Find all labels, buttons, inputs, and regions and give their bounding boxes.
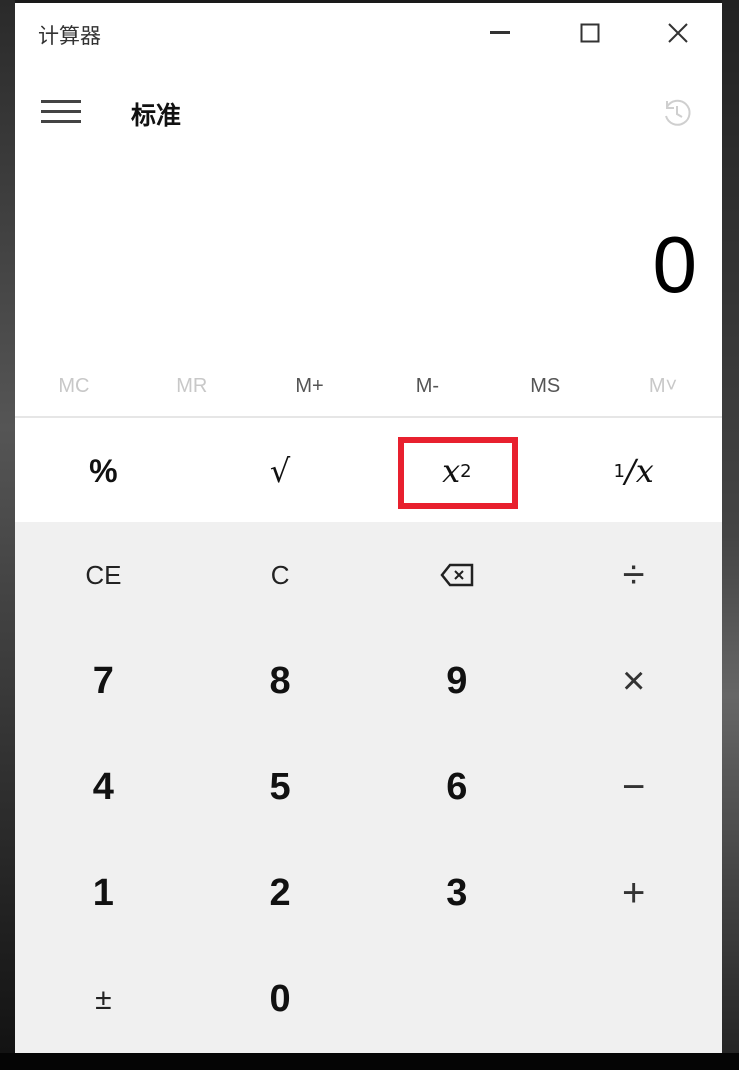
- digit-6-button[interactable]: 6: [369, 734, 546, 840]
- square-base-label: x: [442, 452, 461, 490]
- header: 标准: [15, 83, 722, 143]
- square-root-button[interactable]: √: [192, 419, 518, 523]
- close-icon: [668, 23, 688, 43]
- keypad-row: 1 2 3 +: [15, 841, 722, 947]
- digit-5-button[interactable]: 5: [192, 734, 369, 840]
- percent-button[interactable]: %: [15, 419, 192, 523]
- minimize-icon: [490, 31, 510, 34]
- clear-button[interactable]: C: [192, 522, 369, 628]
- keypad-row: 7 8 9 ×: [15, 628, 722, 734]
- keypad: CE C ÷ 7 8 9 × 4 5 6 − 1 2 3 + ± 0: [15, 522, 722, 1053]
- divide-button[interactable]: ÷: [545, 522, 722, 628]
- minimize-button[interactable]: [470, 11, 530, 55]
- digit-9-button[interactable]: 9: [369, 628, 546, 734]
- digit-4-button[interactable]: 4: [15, 734, 192, 840]
- memory-subtract-button[interactable]: M-: [368, 363, 486, 409]
- history-icon: [665, 99, 691, 126]
- reciprocal-numerator-label: 1: [613, 460, 625, 482]
- digit-7-button[interactable]: 7: [15, 628, 192, 734]
- keypad-row: ± 0: [15, 947, 722, 1053]
- title-bar[interactable]: 计算器: [15, 3, 722, 61]
- history-button[interactable]: [661, 97, 693, 129]
- memory-clear-button[interactable]: MC: [15, 363, 133, 409]
- maximize-icon: [580, 23, 600, 43]
- memory-bar: MC MR M+ M- MS M˅: [15, 363, 722, 409]
- keypad-row: 4 5 6 −: [15, 734, 722, 840]
- clear-entry-button[interactable]: CE: [15, 522, 192, 628]
- square-exponent-label: 2: [460, 460, 472, 482]
- hamburger-icon-line: [41, 110, 81, 113]
- memory-list-button[interactable]: M˅: [604, 363, 722, 409]
- hamburger-icon: [41, 100, 81, 103]
- maximize-button[interactable]: [560, 11, 620, 55]
- digit-3-button[interactable]: 3: [369, 841, 546, 947]
- multiply-button[interactable]: ×: [545, 628, 722, 734]
- square-button[interactable]: x2: [369, 419, 546, 523]
- mode-title: 标准: [131, 101, 182, 130]
- app-title: 计算器: [38, 24, 101, 48]
- reciprocal-button[interactable]: 1/x: [545, 419, 722, 523]
- backspace-icon: [440, 563, 474, 587]
- divider: [15, 416, 722, 418]
- add-button[interactable]: +: [545, 841, 722, 947]
- desktop-background-right: [722, 0, 739, 1070]
- memory-recall-button[interactable]: MR: [133, 363, 251, 409]
- calculator-window: 计算器 标准 0 MC MR M+ M- MS M˅ % √ x 2 1 /x …: [15, 3, 722, 1053]
- percent-label: %: [89, 452, 118, 489]
- backspace-button[interactable]: [369, 522, 546, 628]
- hamburger-menu-button[interactable]: [41, 97, 81, 127]
- digit-2-button[interactable]: 2: [192, 841, 369, 947]
- memory-store-button[interactable]: MS: [486, 363, 604, 409]
- digit-8-button[interactable]: 8: [192, 628, 369, 734]
- keypad-row: CE C ÷: [15, 522, 722, 628]
- close-button[interactable]: [648, 11, 708, 55]
- square-root-label: √: [269, 452, 291, 490]
- negate-button[interactable]: ±: [15, 947, 192, 1053]
- digit-1-button[interactable]: 1: [15, 841, 192, 947]
- empty-key-slot: [369, 947, 546, 1053]
- desktop-background-left: [0, 0, 15, 1070]
- desktop-background-bottom: [0, 1053, 739, 1070]
- result-display: 0: [652, 220, 698, 309]
- digit-0-button[interactable]: 0: [192, 947, 369, 1053]
- memory-add-button[interactable]: M+: [251, 363, 369, 409]
- hamburger-icon-line: [41, 120, 81, 123]
- reciprocal-denominator-label: /x: [624, 452, 654, 490]
- empty-key-slot: [545, 947, 722, 1053]
- function-row: % √ x2 1/x: [15, 419, 722, 523]
- subtract-button[interactable]: −: [545, 734, 722, 840]
